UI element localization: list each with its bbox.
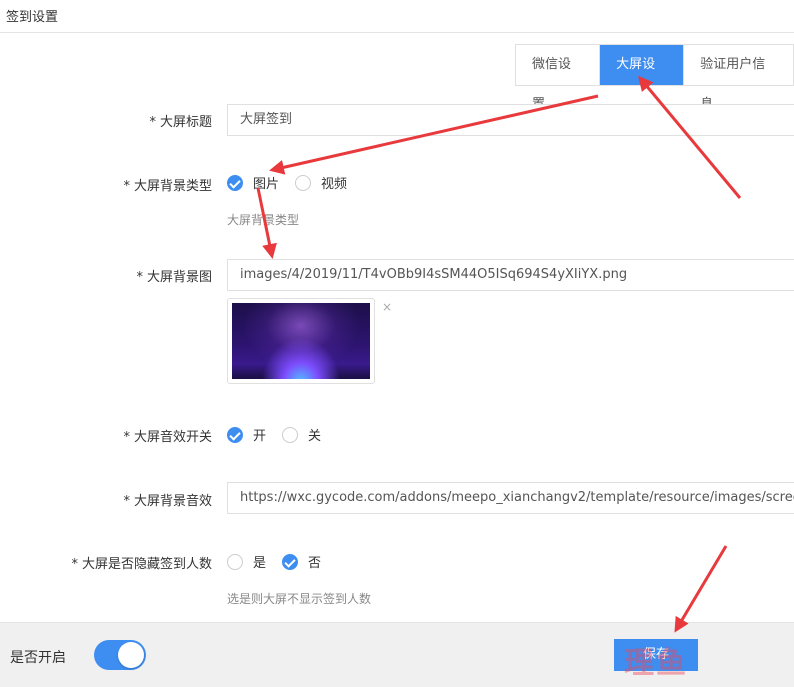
- radio-image[interactable]: [227, 174, 243, 191]
- bg-image-label: * 大屏背景图: [136, 270, 212, 285]
- arrow-to-save-button: [674, 545, 728, 633]
- radio-hide-no-label[interactable]: 否: [308, 552, 321, 571]
- tab-wechat-settings[interactable]: 微信设置: [516, 45, 601, 112]
- radio-sound-off[interactable]: [282, 426, 299, 443]
- radio-sound-on-label[interactable]: 开: [253, 425, 266, 444]
- bg-image-preview: [232, 303, 370, 379]
- radio-image-label[interactable]: 图片: [253, 173, 279, 192]
- screen-title-label: * 大屏标题: [149, 115, 212, 130]
- annotation-arrows: [256, 75, 742, 633]
- remove-image-icon[interactable]: ×: [382, 300, 392, 314]
- page-title: 签到设置: [6, 10, 59, 25]
- screen-title-input[interactable]: 大屏签到: [227, 104, 794, 136]
- arrow-to-screen-tab: [638, 75, 742, 199]
- radio-sound-off-label[interactable]: 关: [308, 425, 321, 444]
- hide-count-radio-group: 是 否: [227, 552, 337, 571]
- toggle-knob: [118, 642, 144, 668]
- sound-switch-label: * 大屏音效开关: [123, 430, 212, 445]
- bg-type-hint: 大屏背景类型: [227, 213, 300, 227]
- bg-sound-label: * 大屏背景音效: [123, 494, 212, 509]
- tab-screen-settings[interactable]: 大屏设置: [600, 45, 685, 112]
- radio-hide-yes[interactable]: [227, 553, 243, 570]
- tab-verify-user-info[interactable]: 验证用户信息: [684, 45, 793, 112]
- radio-sound-on[interactable]: [227, 426, 243, 443]
- bg-sound-url-input[interactable]: https://wxc.gycode.com/addons/meepo_xian…: [227, 482, 794, 514]
- settings-tabs: 微信设置 大屏设置 验证用户信息: [515, 44, 794, 112]
- hide-count-hint: 选是则大屏不显示签到人数: [227, 592, 372, 606]
- radio-hide-yes-label[interactable]: 是: [253, 552, 266, 571]
- enable-label: 是否开启: [10, 650, 66, 666]
- watermark-logo: 理鱼: [624, 646, 688, 681]
- bg-type-radio-group: 图片 视频: [227, 173, 363, 192]
- hide-count-label: * 大屏是否隐藏签到人数: [71, 557, 212, 572]
- bg-type-label: * 大屏背景类型: [123, 179, 212, 194]
- radio-video-label[interactable]: 视频: [321, 173, 347, 192]
- radio-hide-no[interactable]: [282, 553, 299, 570]
- bg-image-thumbnail[interactable]: [227, 298, 375, 384]
- enable-toggle[interactable]: [94, 640, 146, 670]
- radio-video[interactable]: [295, 174, 312, 191]
- bg-image-path-input[interactable]: images/4/2019/11/T4vOBb9I4sSM44O5ISq694S…: [227, 259, 794, 291]
- sound-switch-radio-group: 开 关: [227, 425, 337, 444]
- top-bar: 签到设置: [0, 0, 794, 33]
